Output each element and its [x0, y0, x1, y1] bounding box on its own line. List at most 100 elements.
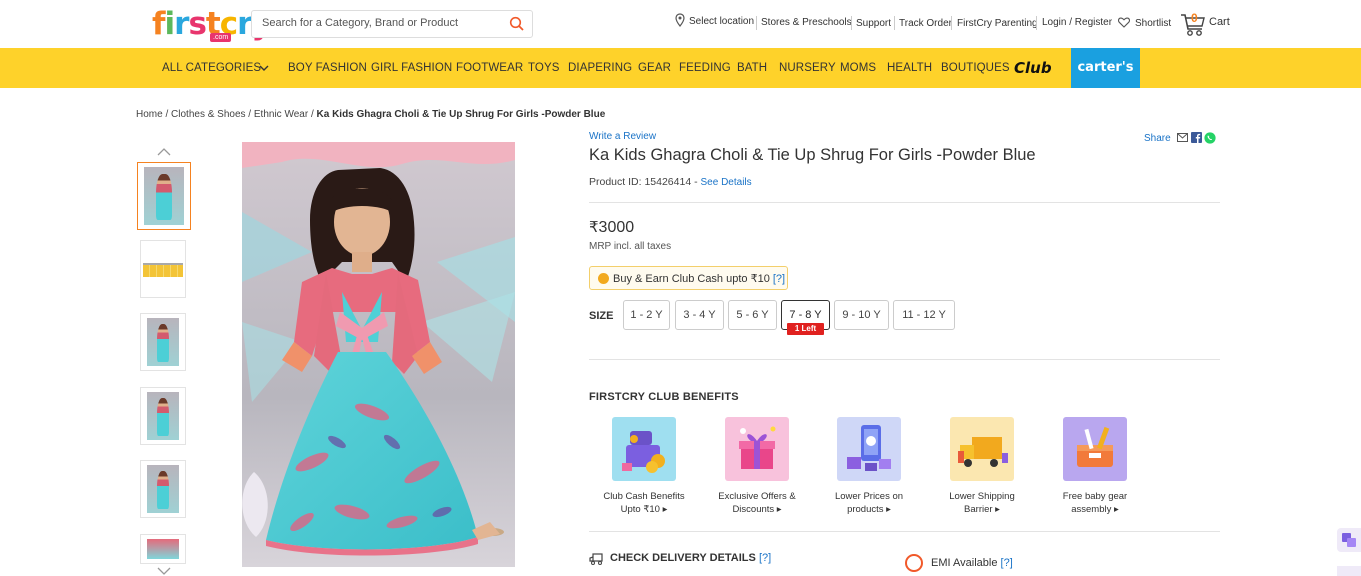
search-icon[interactable] [509, 16, 525, 32]
support-link[interactable]: Support [856, 18, 891, 29]
write-review-link[interactable]: Write a Review [589, 131, 656, 142]
thumbnail-image[interactable] [140, 387, 186, 445]
size-label: SIZE [589, 310, 614, 322]
exclusive-offers-caption[interactable]: Exclusive Offers & Discounts ▸ [707, 490, 807, 516]
stores-preschools-link[interactable]: Stores & Preschools [761, 17, 852, 28]
all-categories-menu[interactable]: ALL CATEGORIES [162, 62, 261, 74]
mrp-note: MRP incl. all taxes [589, 241, 672, 252]
chevron-down-icon[interactable] [259, 64, 269, 72]
caption-line: Discounts ▸ [732, 504, 782, 515]
breadcrumb-ethnic-wear[interactable]: Ethnic Wear [254, 109, 308, 120]
divider [1036, 16, 1037, 30]
size-option-1-2y[interactable]: 1 - 2 Y [623, 300, 670, 330]
thumbnail-photo [147, 465, 179, 513]
thumbnail-size-chart[interactable] [140, 240, 186, 298]
nav-feeding[interactable]: FEEDING [679, 62, 731, 74]
caption-line: assembly ▸ [1071, 504, 1119, 515]
breadcrumb-clothes-shoes[interactable]: Clothes & Shoes [171, 109, 246, 120]
breadcrumb-separator: / [308, 109, 317, 120]
free-assembly-caption[interactable]: Free baby gear assembly ▸ [1045, 490, 1145, 516]
club-benefits-title: FIRSTCRY CLUB BENEFITS [589, 391, 739, 403]
caption-line: Free baby gear [1062, 491, 1128, 502]
thumbnail-up-arrow-icon[interactable] [157, 147, 171, 157]
heart-icon[interactable] [1118, 17, 1130, 28]
carters-brand-link[interactable]: carter's [1071, 48, 1140, 88]
club-cash-benefit-image[interactable] [612, 417, 676, 481]
product-id: Product ID: 15426414 - See Details [589, 176, 752, 188]
search-input[interactable] [262, 17, 502, 29]
thumbnail-photo [144, 167, 184, 225]
free-assembly-image[interactable] [1063, 417, 1127, 481]
exclusive-offers-image[interactable] [725, 417, 789, 481]
logo-letter: r [174, 6, 189, 42]
club-cash-help-link[interactable]: [?] [773, 273, 785, 285]
thumbnail-image[interactable] [140, 313, 186, 371]
size-chart-preview [143, 263, 183, 277]
thumbnail-figure [156, 397, 170, 437]
shortlist-link[interactable]: Shortlist [1135, 18, 1171, 29]
lower-shipping-image[interactable] [950, 417, 1014, 481]
divider [589, 531, 1220, 532]
whatsapp-share-icon[interactable] [1204, 132, 1216, 144]
club-cash-banner[interactable]: Buy & Earn Club Cash upto ₹10 [?] [589, 266, 788, 290]
size-option-5-6y[interactable]: 5 - 6 Y [728, 300, 777, 330]
login-register-link[interactable]: Login / Register [1042, 17, 1112, 28]
phone-discount-icon [847, 425, 891, 471]
club-logo[interactable]: Club [1014, 59, 1052, 77]
size-option-3-4y[interactable]: 3 - 4 Y [675, 300, 724, 330]
emi-available[interactable]: EMI Available [?] [931, 557, 1013, 569]
nav-health[interactable]: HEALTH [887, 62, 932, 74]
thumbnail-image[interactable] [137, 162, 191, 230]
nav-footwear[interactable]: FOOTWEAR [456, 62, 523, 74]
translate-widget-button[interactable] [1337, 528, 1361, 552]
cart-link[interactable]: Cart [1209, 16, 1230, 28]
emi-label: EMI Available [931, 557, 998, 569]
emi-help-link[interactable]: [?] [1001, 557, 1013, 569]
thumbnail-down-arrow-icon[interactable] [157, 566, 171, 576]
gift-box-icon [739, 426, 776, 469]
track-order-link[interactable]: Track Order [899, 18, 952, 29]
lower-shipping-caption[interactable]: Lower Shipping Barrier ▸ [932, 490, 1032, 516]
nav-nursery[interactable]: NURSERY [779, 62, 836, 74]
club-cash-benefit-caption[interactable]: Club Cash Benefits Upto ₹10 ▸ [594, 490, 694, 516]
stock-left-badge: 1 Left [787, 323, 824, 335]
breadcrumb: Home / Clothes & Shoes / Ethnic Wear / K… [136, 109, 605, 120]
side-widget-button[interactable] [1337, 566, 1361, 576]
check-delivery-details[interactable]: CHECK DELIVERY DETAILS [?] [610, 552, 771, 564]
nav-girl-fashion[interactable]: GIRL FASHION [371, 62, 452, 74]
see-details-link[interactable]: See Details [701, 177, 752, 188]
breadcrumb-separator: / [245, 109, 254, 120]
logo-letter: r [237, 6, 252, 42]
nav-gear[interactable]: GEAR [638, 62, 671, 74]
nav-toys[interactable]: TOYS [528, 62, 560, 74]
facebook-share-icon[interactable] [1191, 132, 1202, 143]
main-product-image[interactable] [242, 142, 515, 567]
thumbnail-image[interactable] [140, 534, 186, 564]
search-box[interactable] [251, 10, 533, 38]
nav-diapering[interactable]: DIAPERING [568, 62, 632, 74]
size-option-9-10y[interactable]: 9 - 10 Y [834, 300, 889, 330]
size-option-11-12y[interactable]: 11 - 12 Y [893, 300, 955, 330]
thumbnail-photo [147, 392, 179, 440]
delivery-help-link[interactable]: [?] [759, 552, 771, 564]
nav-boutiques[interactable]: BOUTIQUES [941, 62, 1010, 74]
thumbnail-image[interactable] [140, 460, 186, 518]
divider [756, 16, 757, 30]
caption-line: Lower Prices on [834, 491, 904, 502]
caption-line: Exclusive Offers & [718, 491, 796, 502]
breadcrumb-home[interactable]: Home [136, 109, 163, 120]
location-pin-icon [675, 13, 685, 27]
lower-prices-image[interactable] [837, 417, 901, 481]
breadcrumb-separator: / [162, 109, 172, 120]
nav-moms[interactable]: MOMS [840, 62, 876, 74]
nav-boy-fashion[interactable]: BOY FASHION [288, 62, 367, 74]
delivery-truck-small-icon [589, 553, 603, 565]
firstcry-parenting-link[interactable]: FirstCry Parenting [957, 18, 1038, 29]
lower-prices-caption[interactable]: Lower Prices on products ▸ [819, 490, 919, 516]
nav-bath[interactable]: BATH [737, 62, 767, 74]
thumbnail-photo [147, 539, 179, 559]
logo-letter: f [152, 6, 165, 42]
select-location-link[interactable]: Select location [689, 16, 754, 27]
email-share-icon[interactable] [1177, 133, 1188, 142]
cart-count-badge: 0 [1191, 11, 1198, 25]
